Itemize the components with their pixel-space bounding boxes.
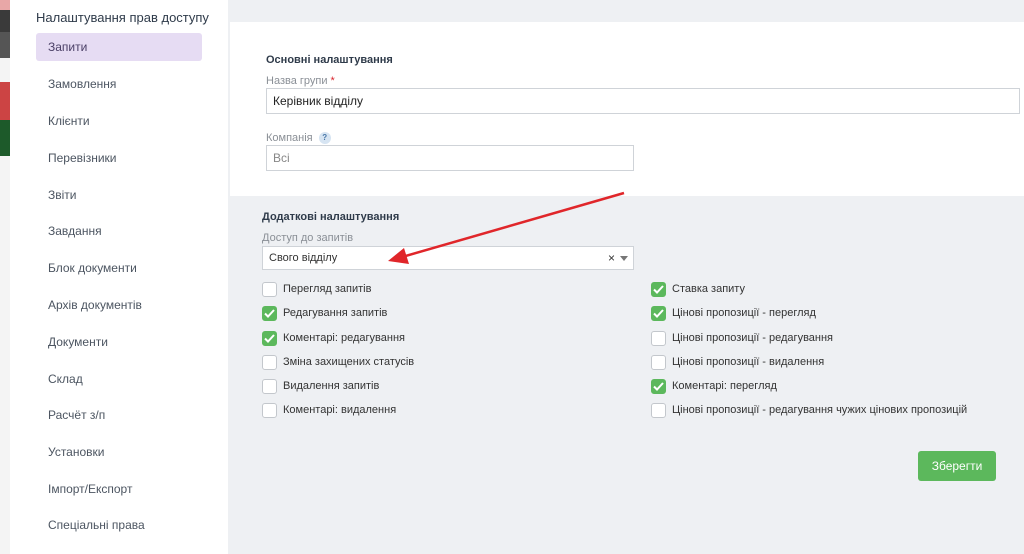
perm-view-requests[interactable]: Перегляд запитів <box>262 280 371 298</box>
app-side-strip <box>0 0 10 554</box>
perm-edit-comments[interactable]: Коментарі: редагування <box>262 329 405 347</box>
strip-block <box>0 32 10 58</box>
checkbox-label: Коментарі: редагування <box>283 332 405 344</box>
menu-item-documents-archive[interactable]: Архів документів <box>36 291 202 319</box>
menu-title: Налаштування прав доступу <box>36 10 209 25</box>
additional-settings-title: Додаткові налаштування <box>262 211 400 223</box>
menu-item-orders[interactable]: Замовлення <box>36 70 202 98</box>
checkbox[interactable] <box>262 330 277 346</box>
checkbox-label: Зміна захищених статусів <box>283 356 415 368</box>
menu-item-tasks[interactable]: Завдання <box>36 217 202 245</box>
checkbox[interactable] <box>651 305 666 321</box>
checkbox[interactable] <box>262 378 277 394</box>
settings-menu: Налаштування прав доступу Запити Замовле… <box>10 0 228 554</box>
checkbox[interactable] <box>651 281 666 297</box>
strip-block <box>0 0 10 10</box>
help-icon[interactable]: ? <box>318 132 331 145</box>
checkbox-label: Цінові пропозиції - редагування чужих ці… <box>672 404 968 416</box>
perm-change-protected-statuses[interactable]: Зміна захищених статусів <box>262 353 414 371</box>
strip-block <box>0 82 10 120</box>
menu-item-documents[interactable]: Документи <box>36 328 202 356</box>
checkbox-label: Цінові пропозиції - перегляд <box>672 307 816 319</box>
menu-item-documents-block[interactable]: Блок документи <box>36 254 202 282</box>
checkbox-label: Видалення запитів <box>283 380 380 392</box>
checkbox[interactable] <box>651 378 666 394</box>
menu-item-carriers[interactable]: Перевізники <box>36 144 202 172</box>
clear-icon[interactable]: × <box>608 247 615 269</box>
checkbox-label: Цінові пропозиції - видалення <box>672 356 825 368</box>
menu-item-installations[interactable]: Установки <box>36 438 202 466</box>
perm-view-comments[interactable]: Коментарі: перегляд <box>651 377 777 395</box>
menu-item-clients[interactable]: Клієнти <box>36 107 202 135</box>
checkbox-label: Коментарі: видалення <box>283 404 397 416</box>
perm-delete-comments[interactable]: Коментарі: видалення <box>262 401 396 419</box>
basic-settings-title: Основні налаштування <box>266 54 393 66</box>
perm-offers-edit-others[interactable]: Цінові пропозиції - редагування чужих ці… <box>651 401 967 419</box>
group-name-label: Назва групи * <box>266 75 335 87</box>
company-label: Компанія ? <box>266 132 331 145</box>
perm-delete-requests[interactable]: Видалення запитів <box>262 377 379 395</box>
checkbox[interactable] <box>651 330 666 346</box>
required-marker: * <box>330 75 335 87</box>
checkbox-label: Цінові пропозиції - редагування <box>672 332 834 344</box>
menu-item-reports[interactable]: Звіти <box>36 181 202 209</box>
perm-offers-delete[interactable]: Цінові пропозиції - видалення <box>651 353 824 371</box>
request-access-label: Доступ до запитів <box>262 232 354 244</box>
strip-block <box>0 10 10 32</box>
checkbox[interactable] <box>262 305 277 321</box>
menu-item-import-export[interactable]: Імпорт/Експорт <box>36 475 202 503</box>
menu-item-special-rights[interactable]: Спеціальні права <box>36 511 202 539</box>
save-button[interactable]: Зберегти <box>918 451 996 481</box>
strip-block <box>0 120 10 156</box>
checkbox[interactable] <box>262 354 277 370</box>
checkbox[interactable] <box>651 402 666 418</box>
perm-offers-view[interactable]: Цінові пропозиції - перегляд <box>651 304 816 322</box>
checkbox[interactable] <box>651 354 666 370</box>
checkbox-label: Перегляд запитів <box>283 283 372 295</box>
company-label-text: Компанія <box>266 132 313 144</box>
menu-item-warehouse[interactable]: Склад <box>36 365 202 393</box>
checkbox-label: Коментарі: перегляд <box>672 380 777 392</box>
perm-offers-edit[interactable]: Цінові пропозиції - редагування <box>651 329 833 347</box>
request-access-value: Свого відділу <box>269 252 338 264</box>
checkbox[interactable] <box>262 402 277 418</box>
chevron-down-icon[interactable] <box>620 256 628 261</box>
group-name-input[interactable] <box>266 88 1020 114</box>
perm-edit-requests[interactable]: Редагування запитів <box>262 304 387 322</box>
company-input[interactable]: Всі <box>266 145 634 171</box>
checkbox[interactable] <box>262 281 277 297</box>
group-name-label-text: Назва групи <box>266 75 328 87</box>
checkbox-label: Ставка запиту <box>672 283 745 295</box>
menu-item-requests[interactable]: Запити <box>36 33 202 61</box>
perm-request-rate[interactable]: Ставка запиту <box>651 280 745 298</box>
menu-item-payroll[interactable]: Расчёт з/п <box>36 401 202 429</box>
checkbox-label: Редагування запитів <box>283 307 388 319</box>
request-access-select[interactable]: Свого відділу × <box>262 246 634 270</box>
